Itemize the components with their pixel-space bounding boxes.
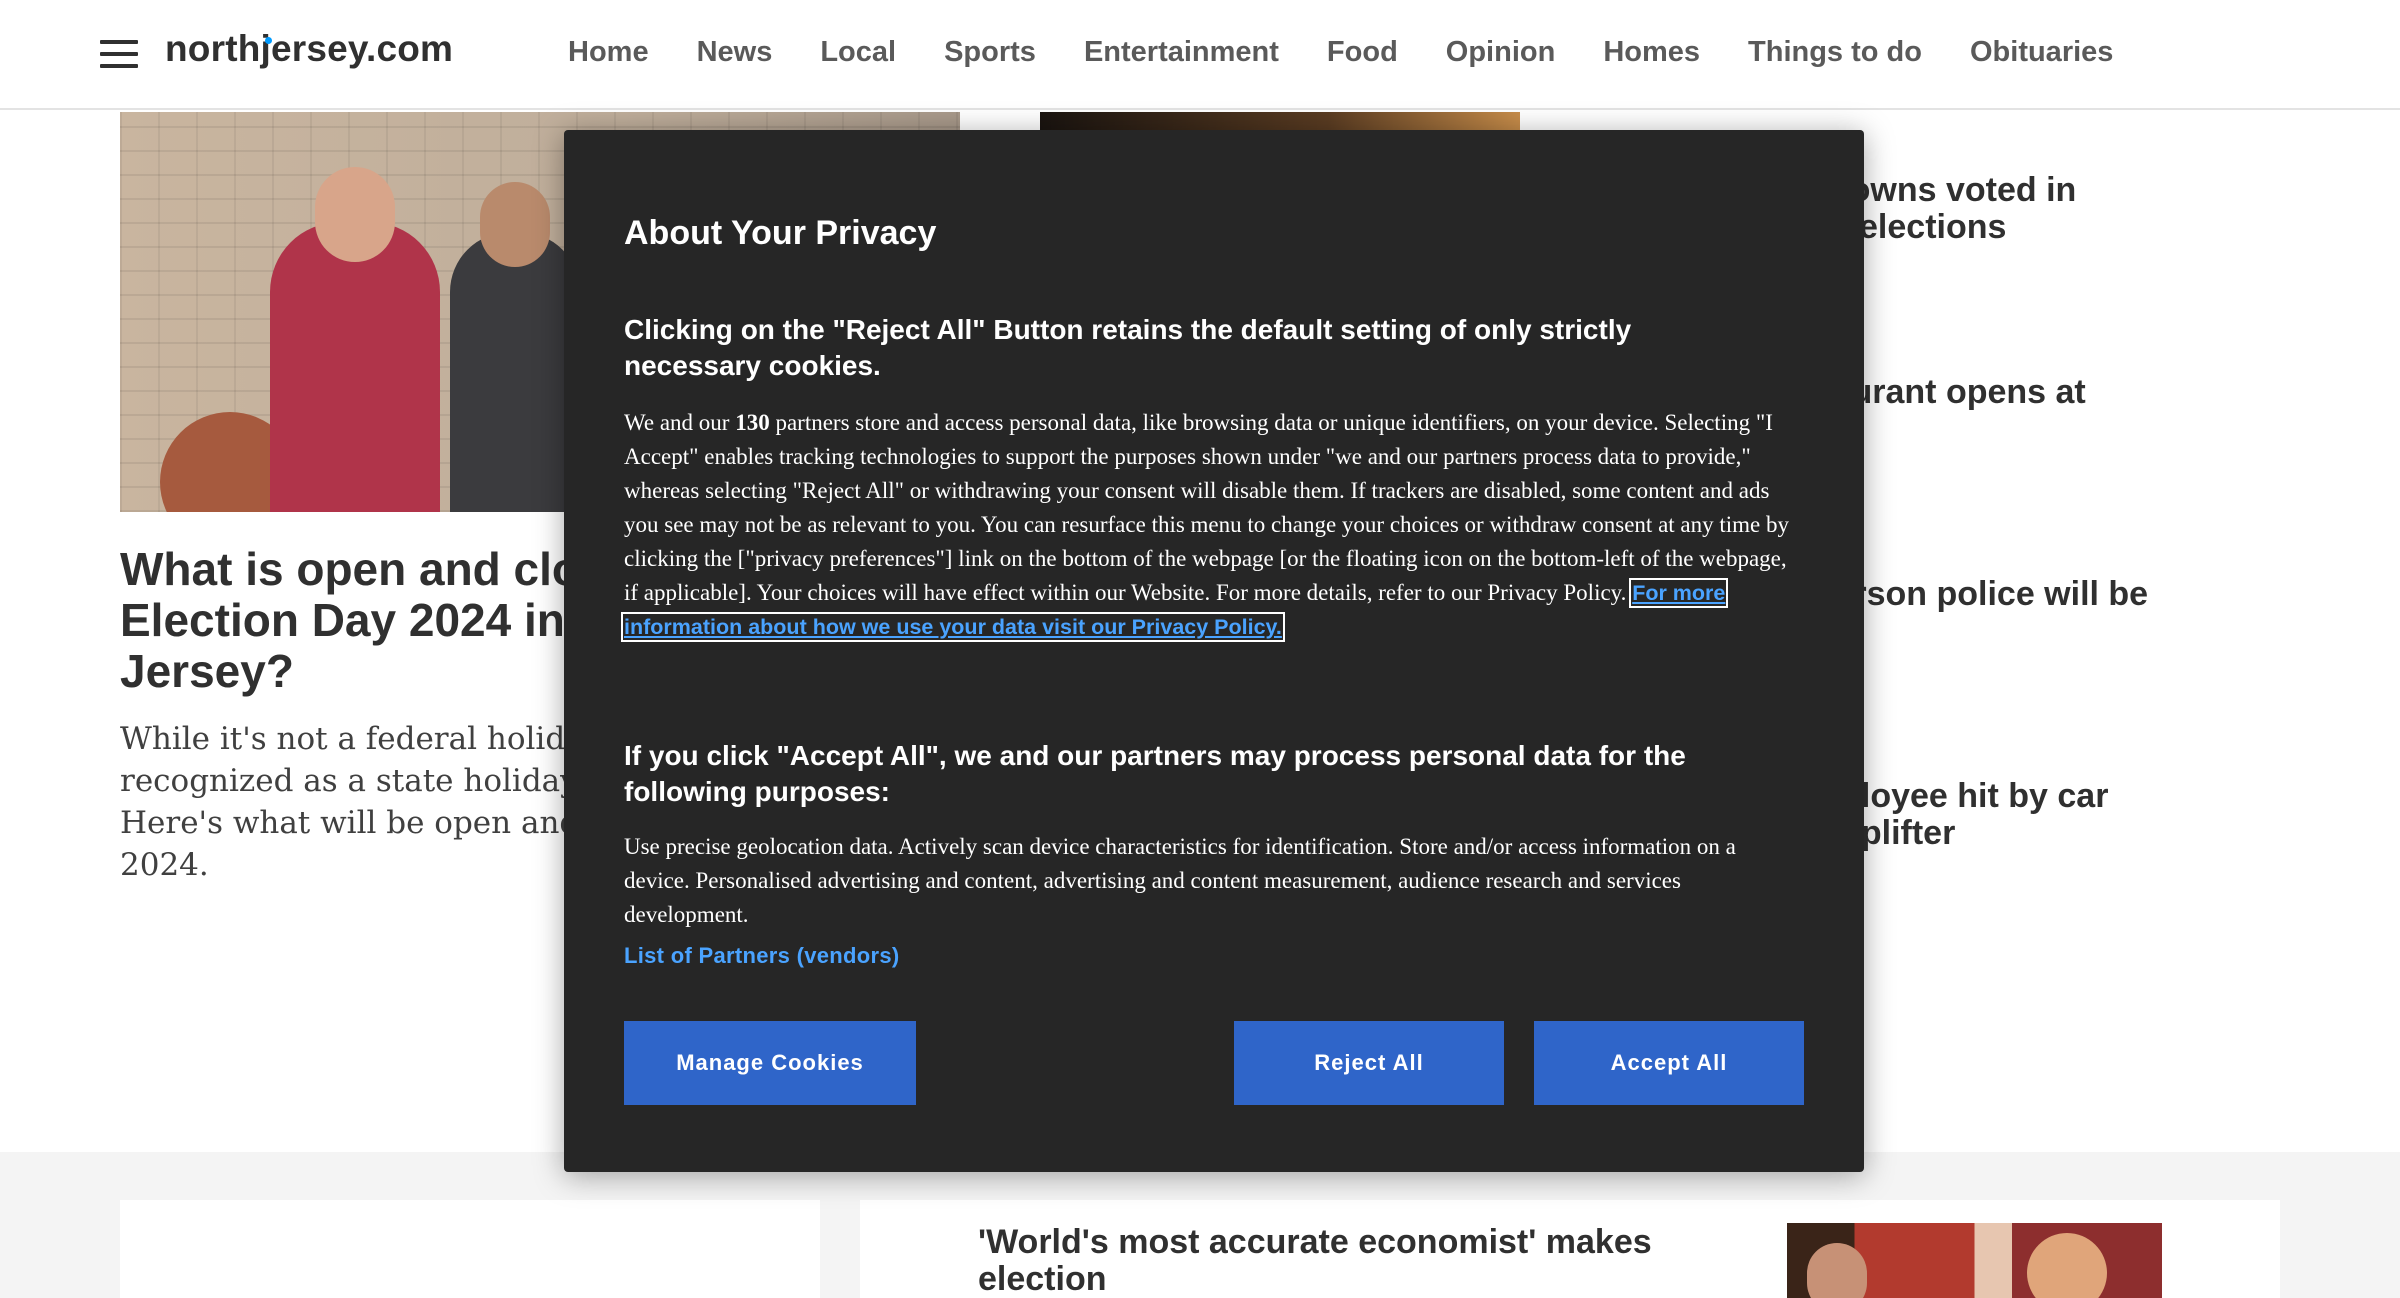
partner-count: 130 [735, 410, 770, 435]
nav-things-to-do[interactable]: Things to do [1748, 36, 1922, 69]
privacy-body-text: We and our 130 partners store and access… [620, 410, 1790, 642]
nav-homes[interactable]: Homes [1603, 36, 1700, 69]
story-card[interactable] [120, 1200, 820, 1298]
manage-cookies-button[interactable]: Manage Cookies [624, 1021, 916, 1105]
nav-opinion[interactable]: Opinion [1446, 36, 1556, 69]
nav-obituaries[interactable]: Obituaries [1970, 36, 2113, 69]
reject-all-button[interactable]: Reject All [1234, 1021, 1504, 1105]
partners-list-link[interactable]: List of Partners (vendors) [624, 943, 900, 969]
purposes-text: Use precise geolocation data. Actively s… [624, 834, 1736, 927]
nav-home[interactable]: Home [568, 36, 649, 69]
nav-local[interactable]: Local [820, 36, 896, 69]
lower-story-headline[interactable]: 'World's most accurate economist' makes … [978, 1224, 1778, 1298]
purposes-heading: If you click "Accept All", we and our pa… [624, 740, 1686, 807]
site-logo[interactable]: northjersey.com [165, 28, 453, 70]
reject-info-heading: Clicking on the "Reject All" Button reta… [624, 314, 1632, 381]
nav-news[interactable]: News [697, 36, 773, 69]
accept-all-button[interactable]: Accept All [1534, 1021, 1804, 1105]
nav-food[interactable]: Food [1327, 36, 1398, 69]
logo-dot-icon [265, 37, 272, 44]
site-header: northjersey.com Home News Local Sports E… [0, 0, 2400, 110]
nav-sports[interactable]: Sports [944, 36, 1036, 69]
main-nav: Home News Local Sports Entertainment Foo… [568, 36, 2161, 69]
dialog-title: About Your Privacy [624, 214, 937, 252]
lower-story-thumbnail[interactable] [1787, 1223, 2162, 1298]
menu-icon[interactable] [100, 38, 138, 70]
privacy-consent-dialog: About Your Privacy Clicking on the "Reje… [564, 130, 1864, 1172]
nav-entertainment[interactable]: Entertainment [1084, 36, 1279, 69]
